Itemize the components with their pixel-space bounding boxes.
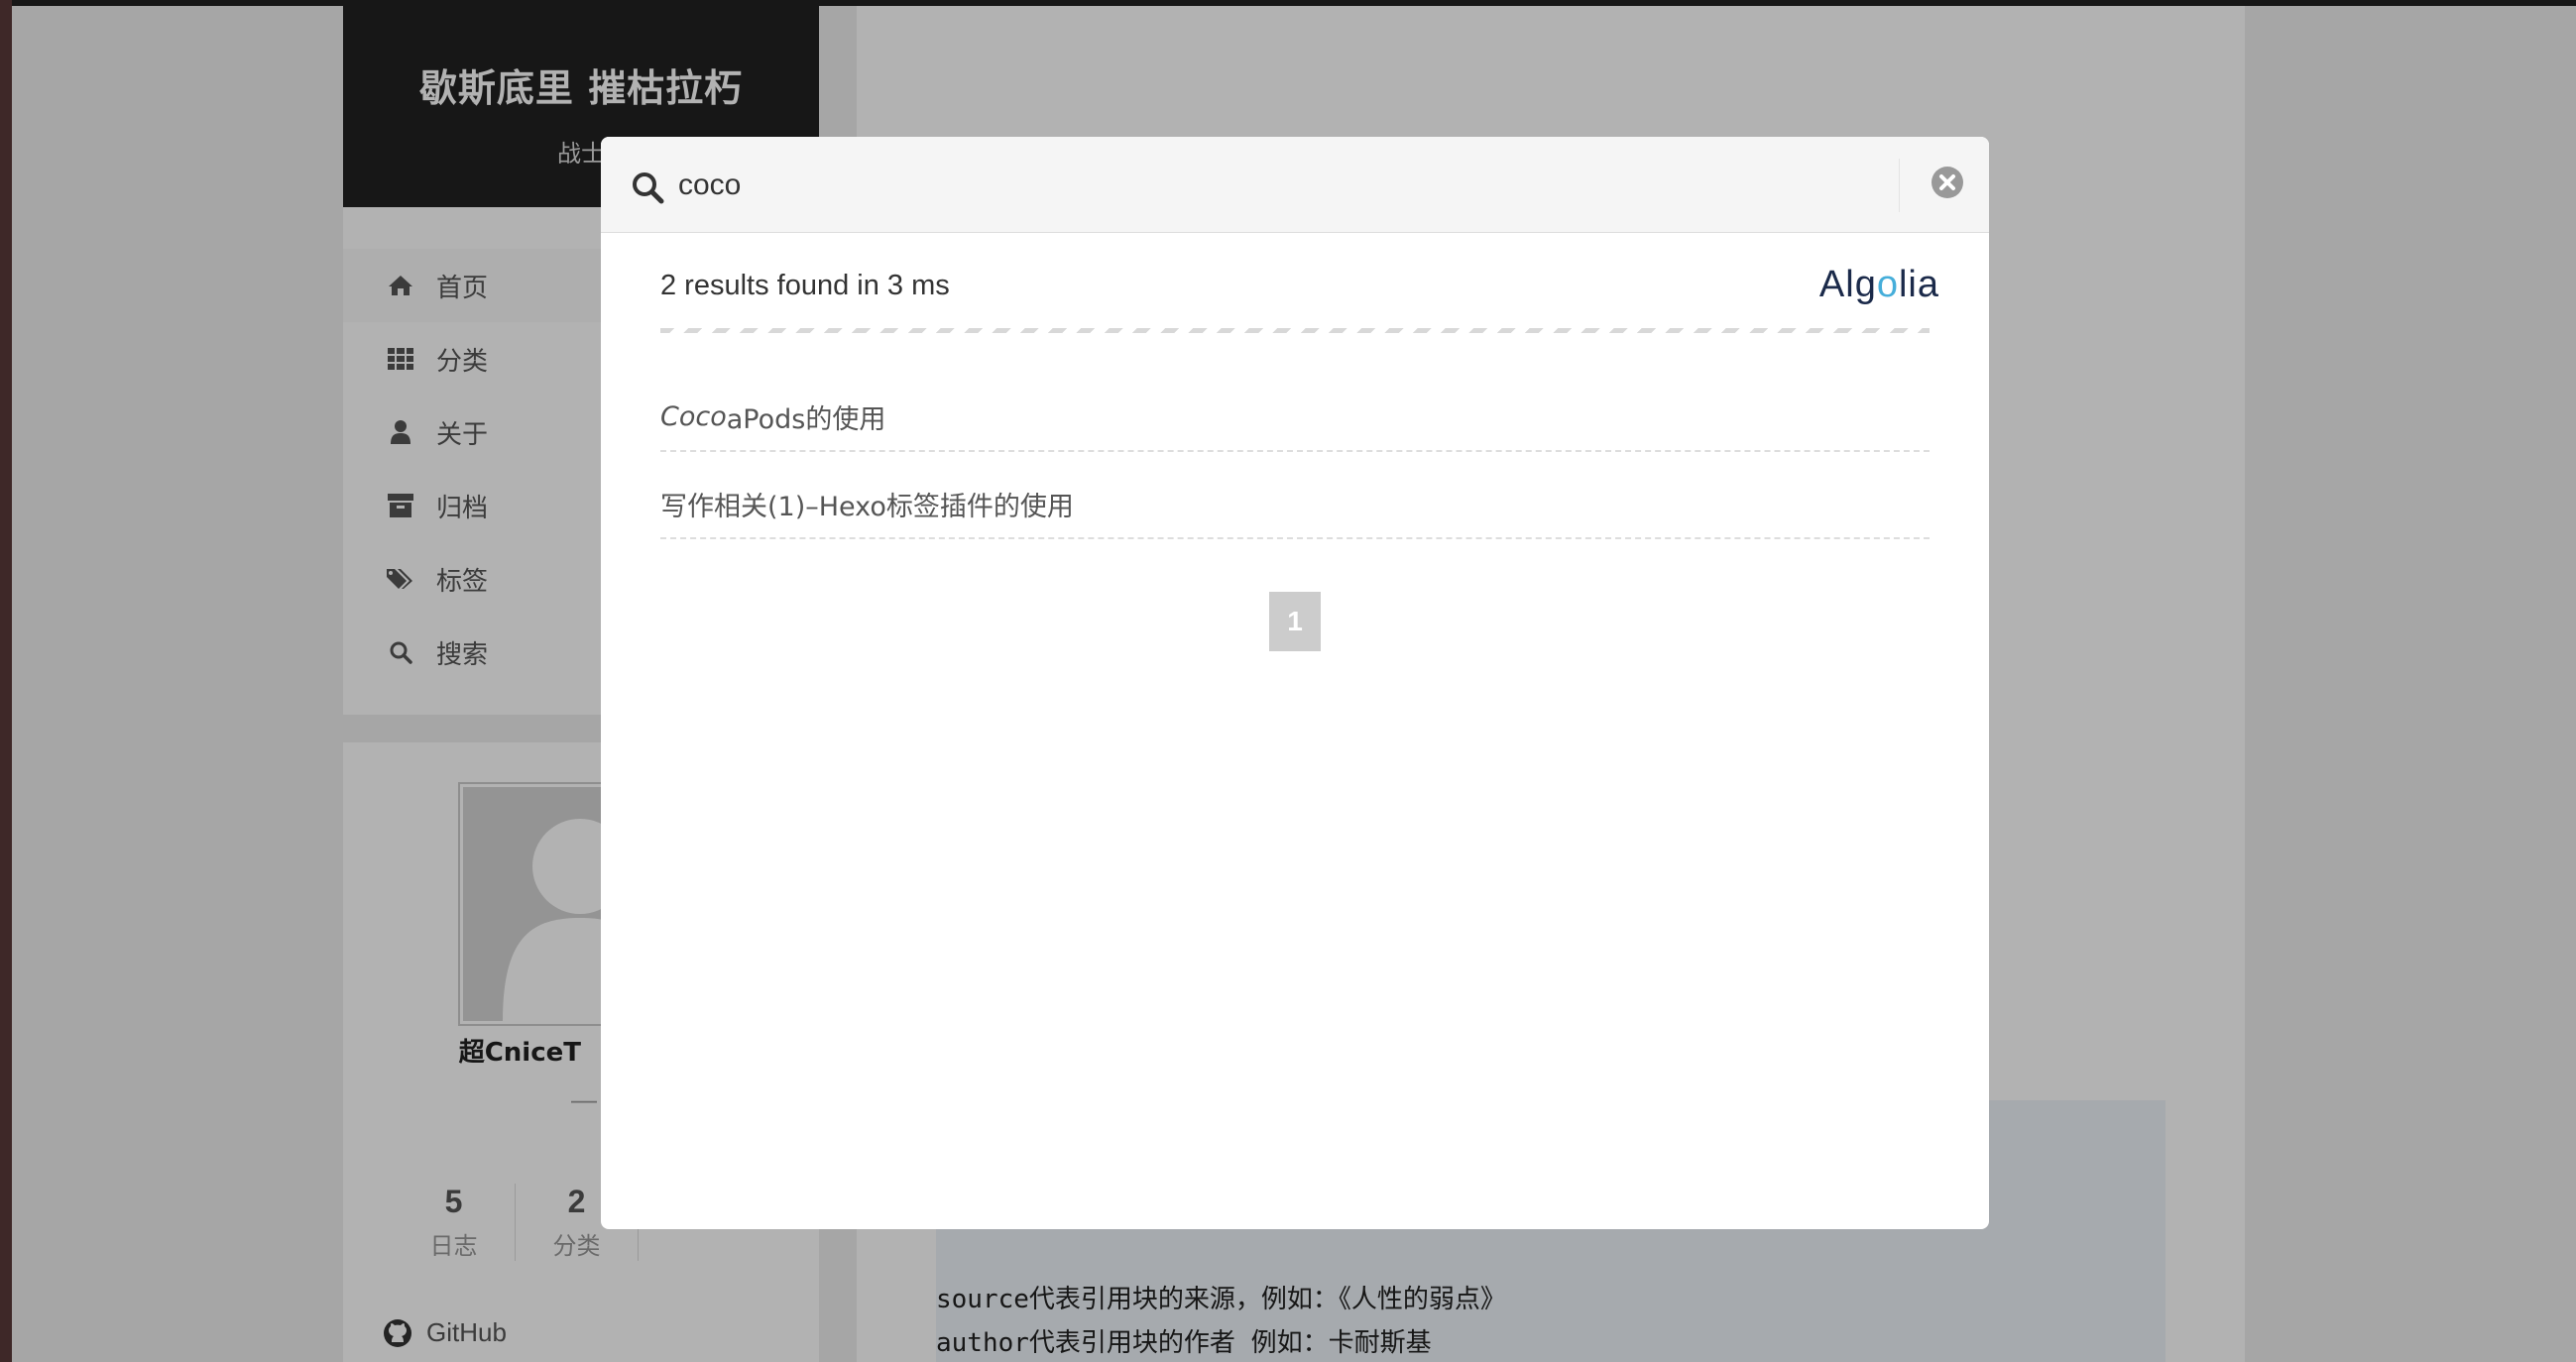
logo-part: Alg [1818, 264, 1877, 305]
result-title: 写作相关(1)–Hexo标签插件的使用 [660, 491, 1074, 522]
search-results: Coco aPods的使用 写作相关(1)–Hexo标签插件的使用 [660, 365, 1930, 539]
search-icon [631, 170, 664, 204]
result-title: aPods的使用 [726, 403, 886, 435]
search-stats: 2 results found in 3 ms Algolia [660, 262, 1939, 321]
search-header [601, 137, 1989, 233]
search-input[interactable] [678, 161, 1818, 210]
results-divider [660, 328, 1930, 333]
close-icon[interactable] [1930, 165, 1965, 200]
search-result[interactable]: Coco aPods的使用 [660, 365, 1930, 452]
result-highlight: Coco [660, 400, 727, 432]
pagination-current-page[interactable]: 1 [1269, 592, 1321, 651]
logo-part: o [1876, 264, 1899, 305]
logo-part: lia [1898, 264, 1939, 305]
search-popup: 2 results found in 3 ms Algolia CocoaPod… [601, 137, 1989, 1229]
header-divider [1899, 159, 1900, 212]
search-result[interactable]: 写作相关(1)–Hexo标签插件的使用 [660, 452, 1930, 539]
algolia-logo[interactable]: Algolia [1819, 264, 1939, 306]
result-count: 2 results found in 3 ms [660, 270, 950, 301]
